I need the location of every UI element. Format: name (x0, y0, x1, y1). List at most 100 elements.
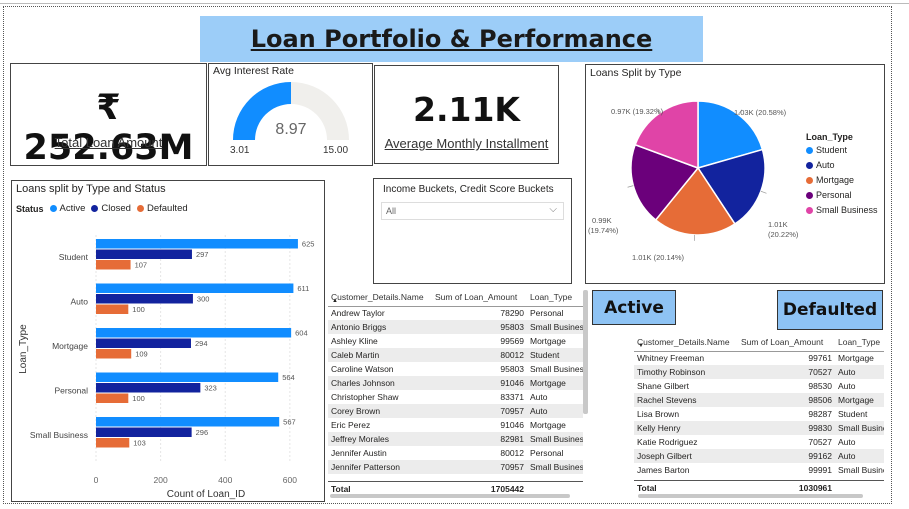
y-category-label: Small Business (30, 430, 88, 440)
defaulted-table-horizontal-scrollbar[interactable] (638, 494, 863, 498)
column-header[interactable]: Loan_Type (835, 333, 884, 352)
table-total-row: Total 1030961 (634, 480, 884, 494)
slicer-title: Income Buckets, Credit Score Buckets (383, 184, 554, 195)
x-tick-label: 0 (94, 475, 99, 485)
table-cell: Antonio Briggs (328, 320, 432, 334)
table-vertical-scrollbar[interactable] (583, 290, 588, 414)
table-row[interactable]: Whitney Freeman 99761 Mortgage (634, 351, 884, 365)
pie-legend-label: Student (816, 145, 848, 155)
pie-legend-item[interactable]: Mortgage (806, 175, 878, 185)
table-cell: Whitney Freeman (637, 353, 705, 364)
bar-active[interactable] (96, 239, 298, 249)
column-header[interactable]: Sum of Loan_Amount (738, 333, 835, 352)
pie-leader-line (760, 190, 767, 194)
table-cell: 83371 (500, 392, 524, 402)
table-cell: 82981 (432, 432, 527, 446)
avg-interest-gauge-card[interactable]: Avg Interest Rate 8.97 3.01 15.00 (208, 63, 373, 166)
bar-data-label: 625 (302, 240, 315, 249)
table-horizontal-scrollbar[interactable] (330, 494, 570, 498)
table-row[interactable]: Andrew Taylor 78290 Personal (328, 306, 583, 320)
bar-active[interactable] (96, 328, 292, 338)
table-cell: 99761 (808, 353, 832, 364)
total-label: Total (331, 484, 351, 494)
table-row[interactable]: Caroline Watson 95803 Small Business (328, 362, 583, 376)
loans-bar-chart-card[interactable]: Loans split by Type and Status Status Ac… (11, 180, 325, 502)
bar-data-label: 297 (196, 250, 209, 259)
column-header[interactable]: Loan_Type (527, 288, 583, 307)
pie-legend-item[interactable]: Small Business (806, 205, 878, 215)
bar-data-label: 109 (135, 350, 148, 359)
legend-dot-icon (806, 176, 813, 184)
report-title: Loan Portfolio & Performance (250, 25, 653, 53)
table-cell: 95803 (500, 364, 524, 374)
active-filter-button[interactable]: Active (592, 290, 676, 325)
table-row[interactable]: Jeffrey Morales 82981 Small Business (328, 432, 583, 446)
table-row[interactable]: Charles Johnson 91046 Mortgage (328, 376, 583, 390)
table-row[interactable]: Lisa Brown 98287 Student (634, 407, 884, 421)
table-cell: Mortgage (527, 376, 583, 390)
legend-dot-icon (806, 161, 813, 169)
bar-closed[interactable] (96, 294, 193, 304)
table-cell: 70957 (432, 404, 527, 418)
total-loan-card[interactable]: ₹ 252.63M Total Loan Amount (10, 63, 207, 168)
bar-active[interactable] (96, 372, 279, 383)
pie-legend-item[interactable]: Student (806, 145, 878, 155)
bar-closed[interactable] (96, 249, 192, 260)
table-row[interactable]: Corey Brown 70957 Auto (328, 404, 583, 418)
table-row[interactable]: Rachel Stevens 98506 Mortgage (634, 393, 884, 407)
table-row[interactable]: Jennifer Austin 80012 Personal (328, 446, 583, 460)
table-row[interactable]: Christopher Shaw 83371 Auto (328, 390, 583, 404)
table-row[interactable]: Shane Gilbert 98530 Auto (634, 379, 884, 393)
table-row[interactable]: Caleb Martin 80012 Student (328, 348, 583, 362)
table-cell: Eric Perez (331, 420, 371, 430)
bar-active[interactable] (96, 283, 294, 294)
table-cell: Caleb Martin (328, 348, 432, 362)
bar-closed[interactable] (96, 383, 201, 393)
bar-data-label: 100 (132, 305, 145, 314)
table-row[interactable]: Ashley Kline 99569 Mortgage (328, 334, 583, 348)
bar-data-label: 300 (197, 295, 210, 304)
pie-legend-item[interactable]: Personal (806, 190, 878, 200)
table-row[interactable]: Eric Perez 91046 Mortgage (328, 418, 583, 432)
table-cell: Auto (530, 392, 548, 402)
avg-installment-label: Average Monthly Installment (384, 136, 549, 151)
table-cell: 70957 (432, 460, 527, 474)
pie-legend-item[interactable]: Auto (806, 160, 878, 170)
table-cell: Small Business (527, 460, 583, 474)
gauge-value: 8.97 (275, 121, 307, 138)
table-row[interactable]: James Barton 99991 Small Business (634, 463, 884, 477)
bar-defaulted[interactable] (96, 260, 131, 270)
avg-installment-card[interactable]: 2.11K Average Monthly Installment (374, 65, 559, 164)
table-row[interactable]: Katie Rodriguez 70527 Auto (634, 435, 884, 449)
table-cell: Jeffrey Morales (328, 432, 432, 446)
table-row[interactable]: Antonio Briggs 95803 Small Business (328, 320, 583, 334)
table-cell: Christopher Shaw (331, 392, 399, 402)
loans-split-pie-card[interactable]: Loans Split by Type 1.03K (20.58%) 1.01K(… (585, 64, 885, 284)
bar-defaulted[interactable] (96, 349, 132, 359)
column-header[interactable]: Customer_Details.Name (328, 288, 432, 307)
bar-defaulted[interactable] (96, 438, 130, 448)
table-row[interactable]: Joseph Gilbert 99162 Auto (634, 449, 884, 463)
table-cell: 91046 (500, 420, 524, 430)
bar-closed[interactable] (96, 427, 192, 438)
table-cell: Charles Johnson (328, 376, 432, 390)
bar-defaulted[interactable] (96, 304, 129, 315)
y-category-label: Personal (54, 386, 88, 396)
gauge-min: 3.01 (230, 145, 250, 156)
defaulted-loans-table[interactable]: Customer_Details.Name Sum of Loan_Amount… (634, 333, 884, 500)
bar-active[interactable] (96, 417, 280, 427)
table-row[interactable]: Jennifer Patterson 70957 Small Business (328, 460, 583, 474)
total-label: Total (637, 483, 657, 493)
table-cell: Mortgage (835, 393, 884, 407)
column-header[interactable]: Customer_Details.Name (634, 333, 738, 352)
bar-closed[interactable] (96, 338, 191, 349)
table-row[interactable]: Timothy Robinson 70527 Auto (634, 365, 884, 379)
table-row[interactable]: Kelly Henry99830Small Business (634, 421, 884, 435)
bar-data-label: 564 (282, 373, 295, 382)
loans-table[interactable]: Customer_Details.Name Sum of Loan_Amount… (328, 288, 583, 500)
slicer-dropdown[interactable]: All ⌵ (381, 202, 564, 220)
column-header[interactable]: Sum of Loan_Amount (432, 288, 527, 307)
defaulted-filter-button[interactable]: Defaulted (777, 290, 883, 330)
x-axis-title: Count of Loan_ID (167, 489, 245, 500)
bar-defaulted[interactable] (96, 393, 129, 404)
